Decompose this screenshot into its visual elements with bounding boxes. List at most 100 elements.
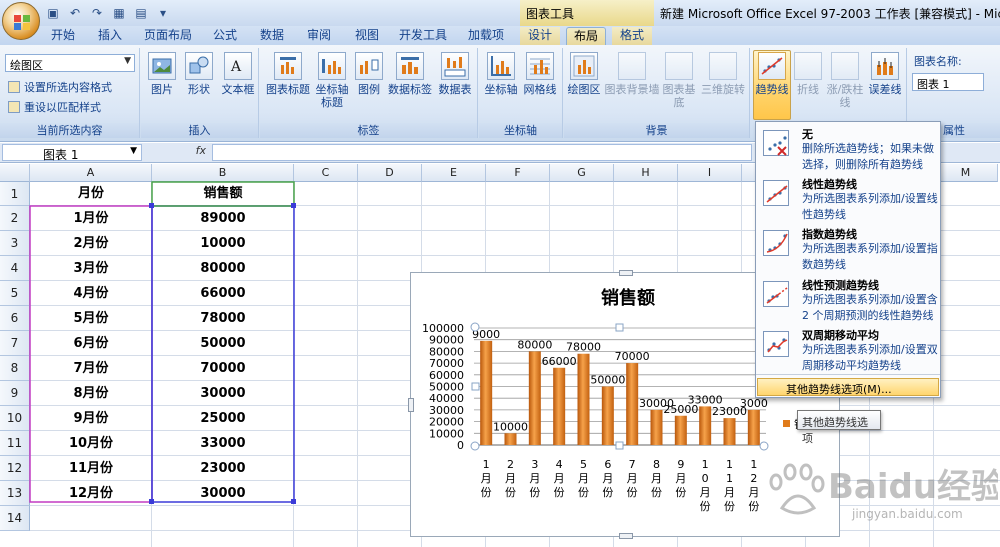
cell[interactable]: 3月份 [30, 256, 152, 281]
chart-data-label[interactable]: 66000 [542, 355, 577, 368]
chart-floor-button[interactable]: 图表基底 [662, 52, 696, 109]
lines-button[interactable]: 折线 [793, 52, 823, 96]
row-header[interactable]: 1 [0, 182, 30, 206]
chart-wall-button[interactable]: 图表背景墙 [604, 52, 660, 96]
row-header[interactable]: 3 [0, 231, 30, 256]
row-header[interactable]: 12 [0, 456, 30, 481]
row-header[interactable]: 7 [0, 331, 30, 356]
chart-data-label[interactable]: 50000 [590, 374, 625, 387]
tab-add-ins[interactable]: 加载项 [462, 27, 510, 46]
cell[interactable]: 10000 [152, 231, 294, 256]
tab-page-layout[interactable]: 页面布局 [140, 27, 196, 46]
column-header[interactable]: A [30, 164, 152, 182]
cell[interactable]: 11月份 [30, 456, 152, 481]
chart-title-button[interactable]: 图表标题 [266, 52, 310, 96]
cell[interactable]: 8月份 [30, 381, 152, 406]
tab-review[interactable]: 审阅 [300, 27, 338, 46]
tab-view[interactable]: 视图 [348, 27, 386, 46]
row-header[interactable]: 9 [0, 381, 30, 406]
cell[interactable]: 80000 [152, 256, 294, 281]
tab-layout[interactable]: 布局 [566, 27, 606, 46]
cell[interactable]: 30000 [152, 381, 294, 406]
cell[interactable]: 2月份 [30, 231, 152, 256]
trendline-button[interactable]: 趋势线 [753, 52, 791, 96]
insert-shapes-button[interactable]: 形状 [183, 52, 215, 96]
plot-area-button[interactable]: 绘图区 [566, 52, 602, 96]
column-header[interactable]: B [152, 164, 294, 182]
tab-formulas[interactable]: 公式 [206, 27, 244, 46]
chart-data-label[interactable]: 78000 [566, 341, 601, 354]
column-header[interactable]: H [614, 164, 678, 182]
column-header[interactable]: E [422, 164, 486, 182]
axis-titles-button[interactable]: 坐标轴标题 [312, 52, 352, 109]
chart-bar[interactable] [674, 415, 687, 445]
office-button[interactable] [2, 2, 40, 40]
column-header[interactable]: I [678, 164, 742, 182]
cell[interactable]: 1月份 [30, 206, 152, 231]
more-trendline-options[interactable]: 其他趋势线选项(M)... [757, 378, 939, 396]
cell[interactable]: 12月份 [30, 481, 152, 506]
menu-item-exponential[interactable]: 指数趋势线 为所选图表系列添加/设置指数趋势线 [756, 224, 940, 272]
chart-bar[interactable] [504, 433, 517, 445]
axes-button[interactable]: 坐标轴 [483, 52, 519, 96]
menu-item-moving-average[interactable]: 双周期移动平均 为所选图表系列添加/设置双周期移动平均趋势线 [756, 325, 940, 373]
chart-data-label[interactable]: 80000 [517, 338, 552, 351]
redo-icon[interactable]: ↷ [88, 4, 106, 22]
cell[interactable]: 23000 [152, 456, 294, 481]
row-header[interactable]: 14 [0, 506, 30, 531]
row-header[interactable]: 5 [0, 281, 30, 306]
customize-qat-icon[interactable]: ▾ [154, 4, 172, 22]
formula-input[interactable] [212, 144, 752, 161]
undo-icon[interactable]: ↶ [66, 4, 84, 22]
chart-bar[interactable] [528, 351, 541, 445]
cell[interactable]: 50000 [152, 331, 294, 356]
tab-data[interactable]: 数据 [253, 27, 291, 46]
tab-insert[interactable]: 插入 [90, 27, 130, 46]
chart-bar[interactable] [626, 363, 639, 445]
gridlines-button[interactable]: 网格线 [521, 52, 559, 96]
row-header[interactable]: 8 [0, 356, 30, 381]
cell[interactable]: 66000 [152, 281, 294, 306]
chart-name-input[interactable]: 图表 1 [912, 73, 984, 91]
reset-style-button[interactable]: 重设以匹配样式 [8, 99, 101, 115]
cell[interactable]: 78000 [152, 306, 294, 331]
cell[interactable]: 70000 [152, 356, 294, 381]
format-selection-button[interactable]: 设置所选内容格式 [8, 79, 112, 95]
menu-item-linear[interactable]: 线性趋势线 为所选图表系列添加/设置线性趋势线 [756, 174, 940, 222]
column-header[interactable]: D [358, 164, 422, 182]
cell[interactable]: 25000 [152, 406, 294, 431]
column-header[interactable]: C [294, 164, 358, 182]
chart-bar[interactable] [723, 418, 736, 445]
insert-textbox-button[interactable]: A 文本框 [219, 52, 257, 96]
chart-bar[interactable] [699, 406, 712, 445]
cell[interactable]: 销售额 [152, 182, 294, 206]
column-header[interactable]: M [934, 164, 998, 182]
chart-data-label[interactable]: 3000 [740, 397, 768, 410]
chart-data-label[interactable]: 10000 [493, 420, 528, 433]
insert-function-button[interactable]: fx [150, 144, 210, 161]
chart-bar[interactable] [553, 367, 566, 445]
cell[interactable]: 30000 [152, 481, 294, 506]
chart-bar[interactable] [480, 340, 493, 445]
chart-title[interactable]: 销售额 [601, 287, 655, 309]
cell[interactable]: 月份 [30, 182, 152, 206]
row-header[interactable]: 13 [0, 481, 30, 506]
row-header[interactable]: 6 [0, 306, 30, 331]
tab-design[interactable]: 设计 [520, 27, 560, 46]
cell[interactable]: 10月份 [30, 431, 152, 456]
cell[interactable]: 89000 [152, 206, 294, 231]
print-preview-icon[interactable]: ▦ [110, 4, 128, 22]
cell[interactable]: 9月份 [30, 406, 152, 431]
up-down-bars-button[interactable]: 涨/跌柱线 [825, 52, 865, 109]
cell[interactable]: 33000 [152, 431, 294, 456]
cell[interactable]: 4月份 [30, 281, 152, 306]
column-header[interactable]: G [550, 164, 614, 182]
tab-developer[interactable]: 开发工具 [395, 27, 451, 46]
cell[interactable]: 7月份 [30, 356, 152, 381]
chart-bar[interactable] [650, 409, 663, 445]
menu-item-linear-forecast[interactable]: 线性预测趋势线 为所选图表系列添加/设置含 2 个周期预测的线性趋势线 [756, 275, 940, 323]
data-table-button[interactable]: 数据表 [436, 52, 474, 96]
insert-picture-button[interactable]: 图片 [146, 52, 178, 96]
row-header[interactable]: 10 [0, 406, 30, 431]
menu-item-none[interactable]: 无删除所选趋势线；如果未做选择，则删除所有趋势线 [756, 124, 940, 172]
